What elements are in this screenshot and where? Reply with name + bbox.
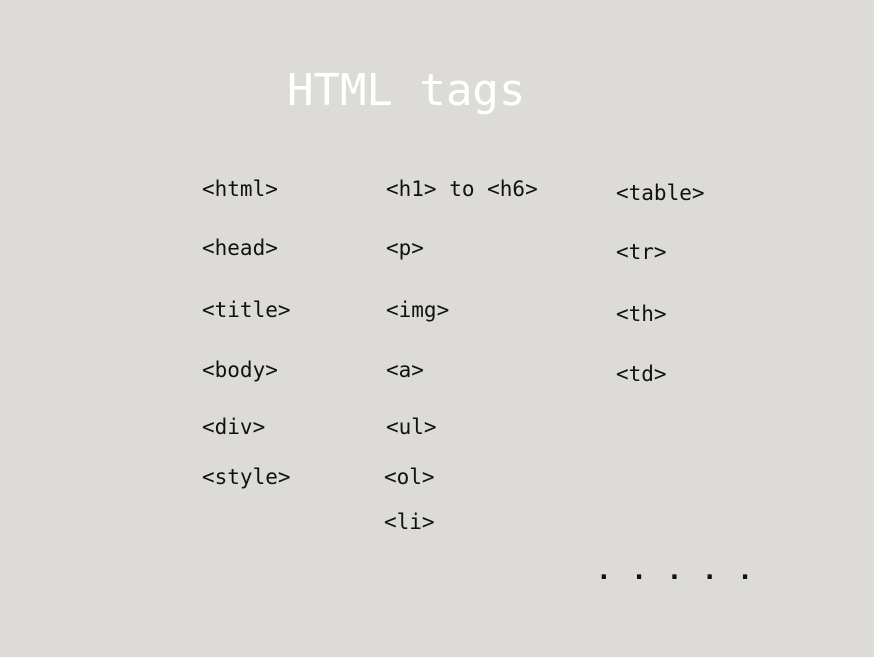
tag-item: <table> bbox=[616, 181, 705, 205]
tag-item: <ul> bbox=[386, 415, 437, 439]
tag-item: <th> bbox=[616, 302, 667, 326]
tag-item: <head> bbox=[202, 236, 278, 260]
tag-item: <tr> bbox=[616, 240, 667, 264]
tag-item: <body> bbox=[202, 358, 278, 382]
tag-item: <td> bbox=[616, 362, 667, 386]
ellipsis: . . . . . bbox=[596, 556, 755, 586]
tag-item: <div> bbox=[202, 415, 266, 439]
tag-item: <h1> to <h6> bbox=[386, 177, 538, 201]
tag-item: <li> bbox=[384, 510, 435, 534]
tag-item: <img> bbox=[386, 298, 450, 322]
tag-item: <style> bbox=[202, 465, 291, 489]
slide: HTML tags <html> <head> <title> <body> <… bbox=[0, 0, 874, 657]
tag-item: <html> bbox=[202, 177, 278, 201]
slide-title: HTML tags bbox=[287, 65, 526, 116]
tag-item: <title> bbox=[202, 298, 291, 322]
tag-item: <p> bbox=[386, 236, 424, 260]
tag-item: <ol> bbox=[384, 465, 435, 489]
tag-item: <a> bbox=[386, 358, 424, 382]
